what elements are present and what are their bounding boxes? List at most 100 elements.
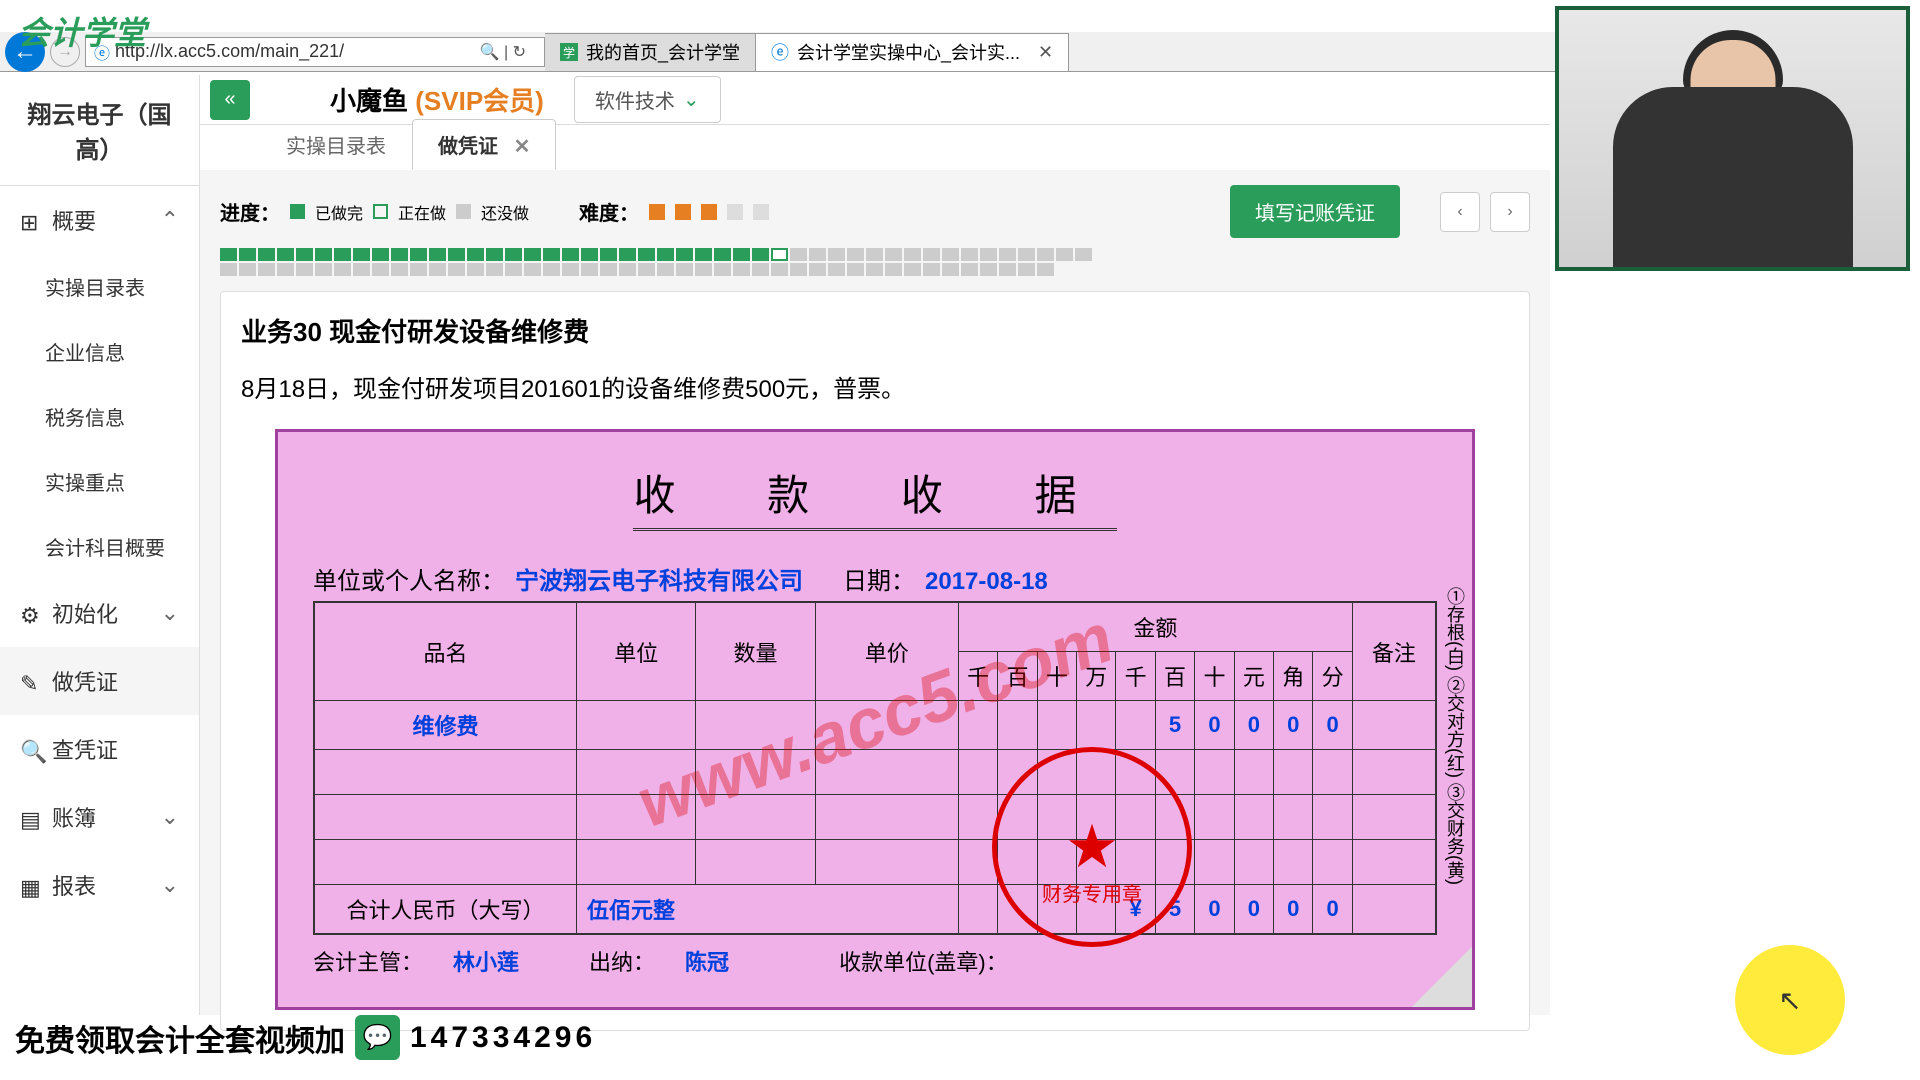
progress-box[interactable] [866,263,883,276]
progress-box[interactable] [866,248,883,261]
next-button[interactable]: › [1490,192,1530,232]
progress-box[interactable] [220,263,237,276]
progress-box[interactable] [581,248,598,261]
progress-box[interactable] [714,248,731,261]
progress-box[interactable] [923,248,940,261]
progress-box[interactable] [372,248,389,261]
progress-box[interactable] [524,263,541,276]
progress-box[interactable] [581,263,598,276]
progress-box[interactable] [315,263,332,276]
progress-box[interactable] [828,263,845,276]
progress-box[interactable] [676,248,693,261]
progress-box[interactable] [733,248,750,261]
progress-box[interactable] [999,248,1016,261]
progress-box[interactable] [828,248,845,261]
progress-box[interactable] [239,263,256,276]
progress-box[interactable] [353,248,370,261]
progress-box[interactable] [752,248,769,261]
progress-box[interactable] [619,248,636,261]
progress-box[interactable] [942,263,959,276]
progress-box[interactable] [600,248,617,261]
progress-box[interactable] [885,248,902,261]
tab-close-icon[interactable]: ✕ [1038,42,1053,63]
progress-box[interactable] [657,248,674,261]
progress-box[interactable] [334,248,351,261]
progress-box[interactable] [657,263,674,276]
progress-box[interactable] [429,248,446,261]
progress-box[interactable] [847,248,864,261]
sidebar-report[interactable]: ▦ 报表 ⌄ [0,851,199,919]
progress-box[interactable] [562,248,579,261]
progress-box[interactable] [1056,248,1073,261]
progress-box[interactable] [1037,248,1054,261]
progress-box[interactable] [486,248,503,261]
progress-box[interactable] [771,263,788,276]
progress-box[interactable] [296,248,313,261]
sidebar-overview[interactable]: ⊞ 概要 ⌃ [0,186,199,254]
sidebar-voucher[interactable]: ✎ 做凭证 [0,647,199,715]
tech-dropdown[interactable]: 软件技术 ⌄ [574,76,721,123]
progress-box[interactable] [467,248,484,261]
progress-box[interactable] [543,263,560,276]
progress-box[interactable] [277,263,294,276]
sidebar-item-focus[interactable]: 实操重点 [0,449,199,514]
progress-box[interactable] [619,263,636,276]
progress-box[interactable] [638,263,655,276]
progress-box[interactable] [752,263,769,276]
progress-box[interactable] [315,248,332,261]
progress-box[interactable] [220,248,237,261]
sidebar-init[interactable]: ⚙ 初始化 ⌄ [0,579,199,647]
progress-box[interactable] [1075,248,1092,261]
progress-box[interactable] [391,263,408,276]
sidebar-item-company[interactable]: 企业信息 [0,319,199,384]
progress-box[interactable] [543,248,560,261]
progress-box[interactable] [961,263,978,276]
progress-box[interactable] [771,248,788,261]
progress-box[interactable] [486,263,503,276]
progress-box[interactable] [695,263,712,276]
progress-box[interactable] [296,263,313,276]
progress-box[interactable] [809,248,826,261]
progress-box[interactable] [790,263,807,276]
sidebar-item-list[interactable]: 实操目录表 [0,254,199,319]
progress-box[interactable] [372,263,389,276]
progress-box[interactable] [790,248,807,261]
sidebar-item-subjects[interactable]: 会计科目概要 [0,514,199,579]
progress-box[interactable] [904,248,921,261]
progress-box[interactable] [448,248,465,261]
sidebar-check[interactable]: 🔍 查凭证 [0,715,199,783]
progress-box[interactable] [809,263,826,276]
progress-box[interactable] [410,263,427,276]
tab-voucher[interactable]: 做凭证 ✕ [412,119,556,170]
prev-button[interactable]: ‹ [1440,192,1480,232]
progress-box[interactable] [1037,263,1054,276]
progress-box[interactable] [353,263,370,276]
progress-box[interactable] [676,263,693,276]
address-bar[interactable]: ⓔ http://lx.acc5.com/main_221/ 🔍 | ↻ [85,37,545,67]
progress-box[interactable] [999,263,1016,276]
progress-box[interactable] [847,263,864,276]
progress-box[interactable] [467,263,484,276]
progress-box[interactable] [334,263,351,276]
sidebar-item-tax[interactable]: 税务信息 [0,384,199,449]
progress-box[interactable] [885,263,902,276]
progress-box[interactable] [505,248,522,261]
sidebar-ledger[interactable]: ▤ 账簿 ⌄ [0,783,199,851]
tab-close-icon[interactable]: ✕ [514,136,531,158]
progress-box[interactable] [277,248,294,261]
tab-list[interactable]: 实操目录表 [260,119,412,170]
progress-box[interactable] [258,263,275,276]
progress-box[interactable] [904,263,921,276]
progress-box[interactable] [524,248,541,261]
progress-box[interactable] [1018,248,1035,261]
progress-box[interactable] [638,248,655,261]
fill-voucher-button[interactable]: 填写记账凭证 [1230,185,1400,238]
progress-box[interactable] [714,263,731,276]
progress-box[interactable] [961,248,978,261]
collapse-sidebar-button[interactable]: « [210,80,250,120]
progress-box[interactable] [429,263,446,276]
progress-box[interactable] [923,263,940,276]
progress-box[interactable] [733,263,750,276]
progress-box[interactable] [562,263,579,276]
progress-box[interactable] [980,248,997,261]
